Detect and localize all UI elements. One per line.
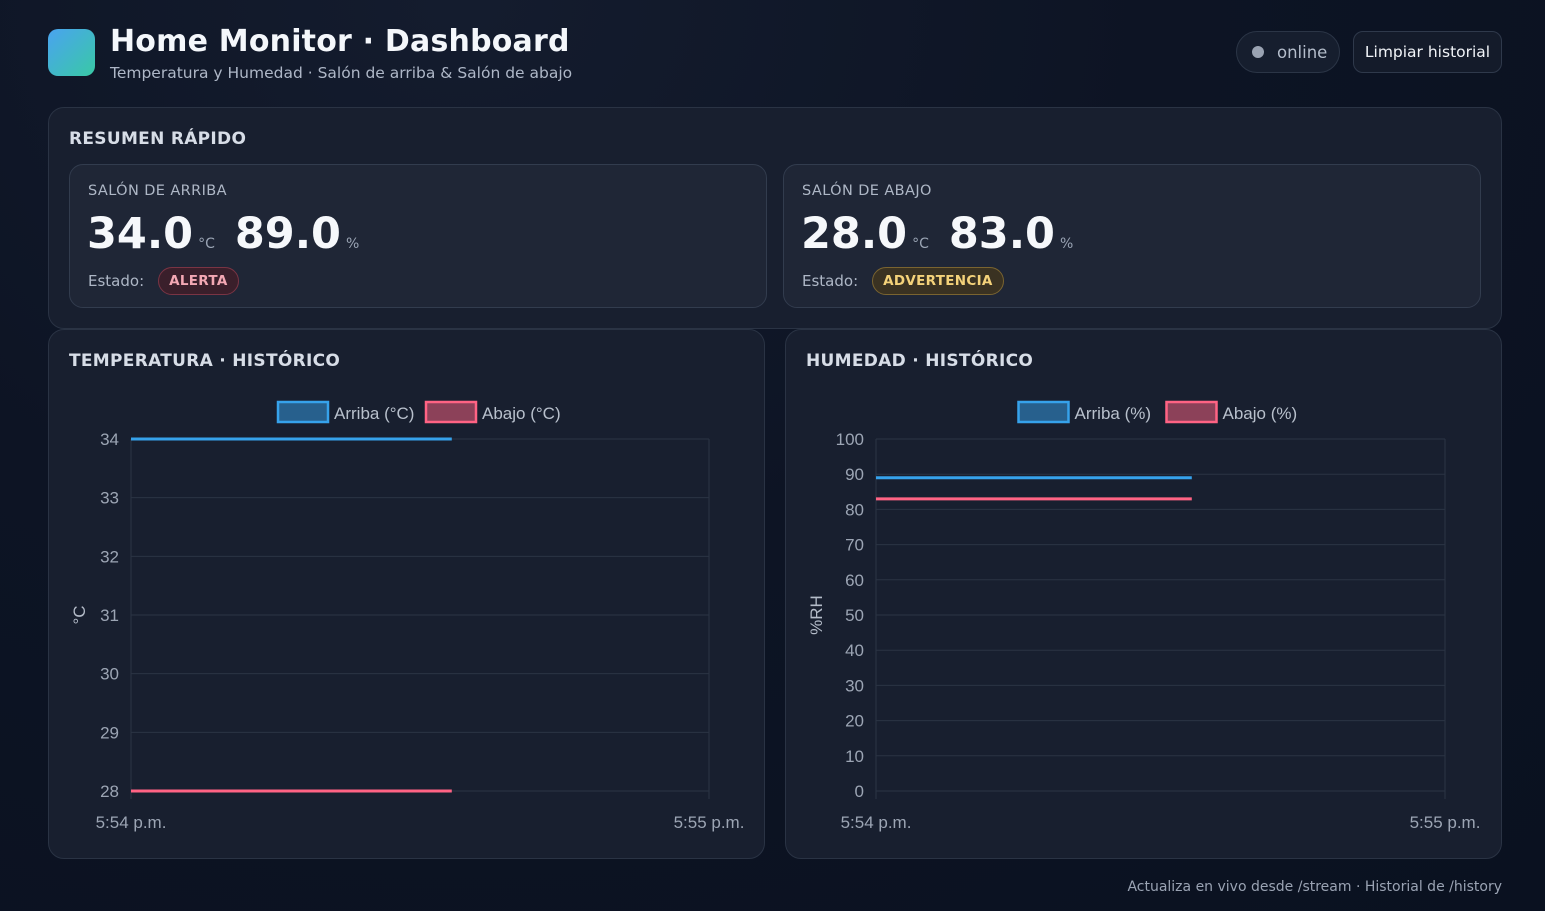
humidity-unit: % xyxy=(345,236,360,252)
footer-note: Actualiza en vivo desde /stream · Histor… xyxy=(1127,879,1502,895)
y-tick-label: 34 xyxy=(100,430,119,449)
room-readings: 28.0 °C 83.0 % xyxy=(801,209,1093,259)
app-logo xyxy=(48,29,95,76)
y-tick-label: 0 xyxy=(855,782,864,801)
y-tick-label: 31 xyxy=(100,606,119,625)
connection-status-badge: online xyxy=(1236,31,1340,73)
y-tick-label: 40 xyxy=(845,641,864,660)
y-tick-label: 30 xyxy=(845,676,864,695)
temperature-value: 34.0 xyxy=(87,209,194,259)
temperature-value: 28.0 xyxy=(801,209,908,259)
temperature-unit: °C xyxy=(198,236,215,252)
status-label: Estado: xyxy=(802,272,859,290)
y-tick-label: 70 xyxy=(845,536,864,555)
room-card-upstairs: SALÓN DE ARRIBA 34.0 °C 89.0 % Estado: A… xyxy=(69,164,767,308)
status-label: Estado: xyxy=(88,272,145,290)
legend-swatch xyxy=(276,400,330,424)
y-tick-label: 29 xyxy=(100,723,119,742)
room-status-row: Estado: ALERTA xyxy=(88,267,239,295)
app-header: Home Monitor · Dashboard Temperatura y H… xyxy=(48,24,1502,84)
clear-history-button[interactable]: Limpiar historial xyxy=(1353,31,1502,73)
status-badge: ALERTA xyxy=(158,267,239,295)
humidity-value: 89.0 xyxy=(234,209,341,259)
x-tick-label: 5:54 p.m. xyxy=(841,813,912,832)
y-tick-label: 20 xyxy=(845,712,864,731)
legend-label: Arriba (%) xyxy=(1075,404,1152,423)
room-readings: 34.0 °C 89.0 % xyxy=(87,209,379,259)
y-tick-label: 90 xyxy=(845,465,864,484)
temperature-unit: °C xyxy=(912,236,929,252)
connection-status-label: online xyxy=(1277,42,1328,62)
humidity-unit: % xyxy=(1059,236,1074,252)
y-tick-label: 33 xyxy=(100,489,119,508)
y-tick-label: 50 xyxy=(845,606,864,625)
legend-label: Abajo (%) xyxy=(1223,404,1298,423)
legend-swatch xyxy=(1017,400,1070,424)
y-tick-label: 80 xyxy=(845,500,864,519)
legend-swatch xyxy=(424,400,478,424)
y-tick-label: 10 xyxy=(845,747,864,766)
humidity-history-panel: HUMEDAD · HISTÓRICO 100 90 80 70 60 50 40 30 20 1… xyxy=(785,329,1502,859)
summary-title: RESUMEN RÁPIDO xyxy=(69,129,247,149)
legend-swatch xyxy=(1165,400,1218,424)
y-tick-label: 100 xyxy=(836,430,864,449)
legend-label: Abajo (°C) xyxy=(482,404,561,423)
room-status-row: Estado: ADVERTENCIA xyxy=(802,267,1004,295)
room-card-downstairs: SALÓN DE ABAJO 28.0 °C 83.0 % Estado: AD… xyxy=(783,164,1481,308)
y-tick-label: 60 xyxy=(845,571,864,590)
y-tick-label: 28 xyxy=(100,782,119,801)
x-tick-label: 5:54 p.m. xyxy=(96,813,167,832)
temperature-history-panel: TEMPERATURA · HISTÓRICO 34 33 32 31 30 29 28 5:… xyxy=(48,329,765,859)
y-tick-label: 30 xyxy=(100,665,119,684)
room-name: SALÓN DE ABAJO xyxy=(802,183,932,199)
page-subtitle: Temperatura y Humedad · Salón de arriba … xyxy=(110,64,573,82)
x-tick-label: 5:55 p.m. xyxy=(674,813,745,832)
y-tick-label: 32 xyxy=(100,547,119,566)
x-tick-label: 5:55 p.m. xyxy=(1410,813,1481,832)
humidity-value: 83.0 xyxy=(948,209,1055,259)
legend-label: Arriba (°C) xyxy=(334,404,414,423)
temperature-chart: 34 33 32 31 30 29 28 5:54 p.m. 5:55 p.m. °C Arriba… xyxy=(70,400,745,832)
y-axis-label: °C xyxy=(70,605,89,624)
status-badge: ADVERTENCIA xyxy=(872,267,1004,295)
humidity-chart: 10090807060504030201005:54 p.m. 5:55 p.m.… xyxy=(807,400,1481,832)
quick-summary-panel: RESUMEN RÁPIDO SALÓN DE ARRIBA 34.0 °C 8… xyxy=(48,107,1502,329)
status-dot-icon xyxy=(1252,46,1264,58)
room-name: SALÓN DE ARRIBA xyxy=(88,183,227,199)
page-title: Home Monitor · Dashboard xyxy=(110,24,570,59)
y-axis-label: %RH xyxy=(807,595,826,635)
